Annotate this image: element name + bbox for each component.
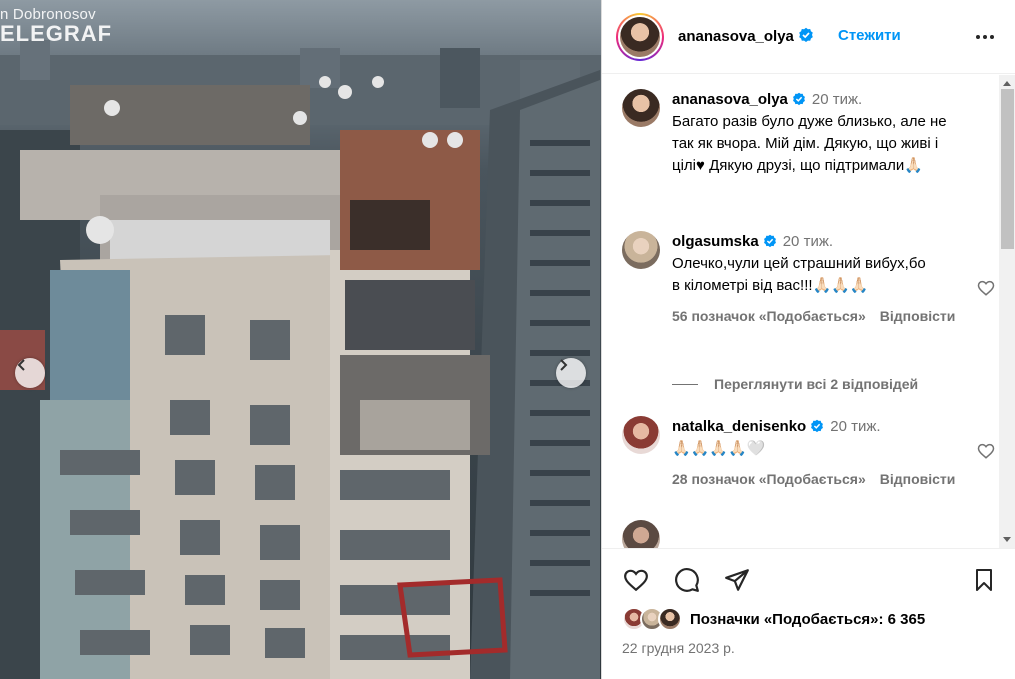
post-header: ananasova_olya Стежити <box>602 0 1015 74</box>
vertical-scrollbar[interactable] <box>999 75 1015 548</box>
reply-button[interactable]: Відповісти <box>880 471 956 487</box>
building-photo <box>0 40 601 679</box>
more-options-button[interactable] <box>974 26 996 53</box>
vertical-scrollbar-thumb[interactable] <box>1001 89 1014 249</box>
follow-button[interactable]: Стежити <box>838 27 901 44</box>
author-avatar-ring[interactable] <box>616 13 664 61</box>
comments-list: ananasova_olya 20 тиж. Багато разів було … <box>602 75 1015 548</box>
avatar[interactable] <box>622 231 660 269</box>
comment-text: 🙏🏻🙏🏻🙏🏻🙏🏻🤍 <box>672 440 766 457</box>
watermark-brand: ELEGRAF <box>0 21 113 46</box>
comment-time[interactable]: 20 тиж. <box>783 233 833 250</box>
share-paper-plane-icon[interactable] <box>723 567 751 593</box>
comment-time[interactable]: 20 тиж. <box>830 418 880 435</box>
post-date[interactable]: 22 грудня 2023 р. <box>622 640 735 656</box>
caption-username[interactable]: ananasova_olya <box>672 91 788 108</box>
view-replies-button[interactable]: Переглянути всі 2 відповідей <box>672 376 918 392</box>
post-media: n Dobronosov ELEGRAF <box>0 0 601 679</box>
more-dots-icon <box>976 35 994 39</box>
post-side-panel: ananasova_olya Стежити ananasova_olya 20 … <box>601 0 1015 679</box>
comment-like-heart-icon[interactable] <box>977 279 995 297</box>
avatar[interactable] <box>622 89 660 127</box>
scroll-up-arrow[interactable] <box>1003 81 1011 86</box>
chevron-right-icon <box>560 359 568 371</box>
comment-meta: 28 позначок «Подобається» Відповісти <box>672 468 972 490</box>
verified-badge-icon <box>792 92 805 106</box>
avatar[interactable] <box>622 520 660 548</box>
likes-count[interactable]: Позначки «Подобається»: 6 365 <box>690 611 925 628</box>
photo-watermark: n Dobronosov ELEGRAF <box>0 6 112 47</box>
comment-username[interactable]: olgasumska <box>672 233 759 250</box>
comment-likes-count[interactable]: 56 позначок «Подобається» <box>672 308 866 324</box>
replies-divider <box>672 383 698 385</box>
save-bookmark-icon[interactable] <box>972 567 996 593</box>
likers-avatars <box>622 607 686 631</box>
avatar <box>658 607 682 631</box>
comment-likes-count[interactable]: 28 позначок «Подобається» <box>672 471 866 487</box>
like-heart-icon[interactable] <box>622 567 650 593</box>
scroll-down-arrow[interactable] <box>1003 537 1011 542</box>
verified-badge-icon <box>799 27 813 42</box>
author-username-text[interactable]: ananasova_olya <box>678 28 794 45</box>
comment-meta: 56 позначок «Подобається» Відповісти <box>672 305 972 327</box>
avatar <box>620 17 660 57</box>
reply-button[interactable]: Відповісти <box>880 308 956 324</box>
caption-time[interactable]: 20 тиж. <box>812 91 862 108</box>
avatar[interactable] <box>622 416 660 454</box>
likes-summary[interactable]: Позначки «Подобається»: 6 365 <box>622 607 925 631</box>
carousel-prev-button[interactable] <box>15 358 45 388</box>
comment-like-heart-icon[interactable] <box>977 442 995 460</box>
comment-username[interactable]: natalka_denisenko <box>672 418 806 435</box>
view-replies-label[interactable]: Переглянути всі 2 відповідей <box>714 376 918 392</box>
verified-badge-icon <box>811 419 824 433</box>
author-username[interactable]: ananasova_olya <box>678 27 814 45</box>
chevron-left-icon <box>17 359 25 371</box>
carousel-next-button[interactable] <box>556 358 586 388</box>
verified-badge-icon <box>763 234 776 248</box>
comment-bubble-icon[interactable] <box>673 567 701 593</box>
caption-text: Багато разів було дуже близько, але не т… <box>672 113 947 174</box>
comment-text: Олечко,чули цей страшний вибух,бо в кіло… <box>672 255 926 294</box>
post-actions: Позначки «Подобається»: 6 365 22 грудня … <box>602 548 1015 679</box>
